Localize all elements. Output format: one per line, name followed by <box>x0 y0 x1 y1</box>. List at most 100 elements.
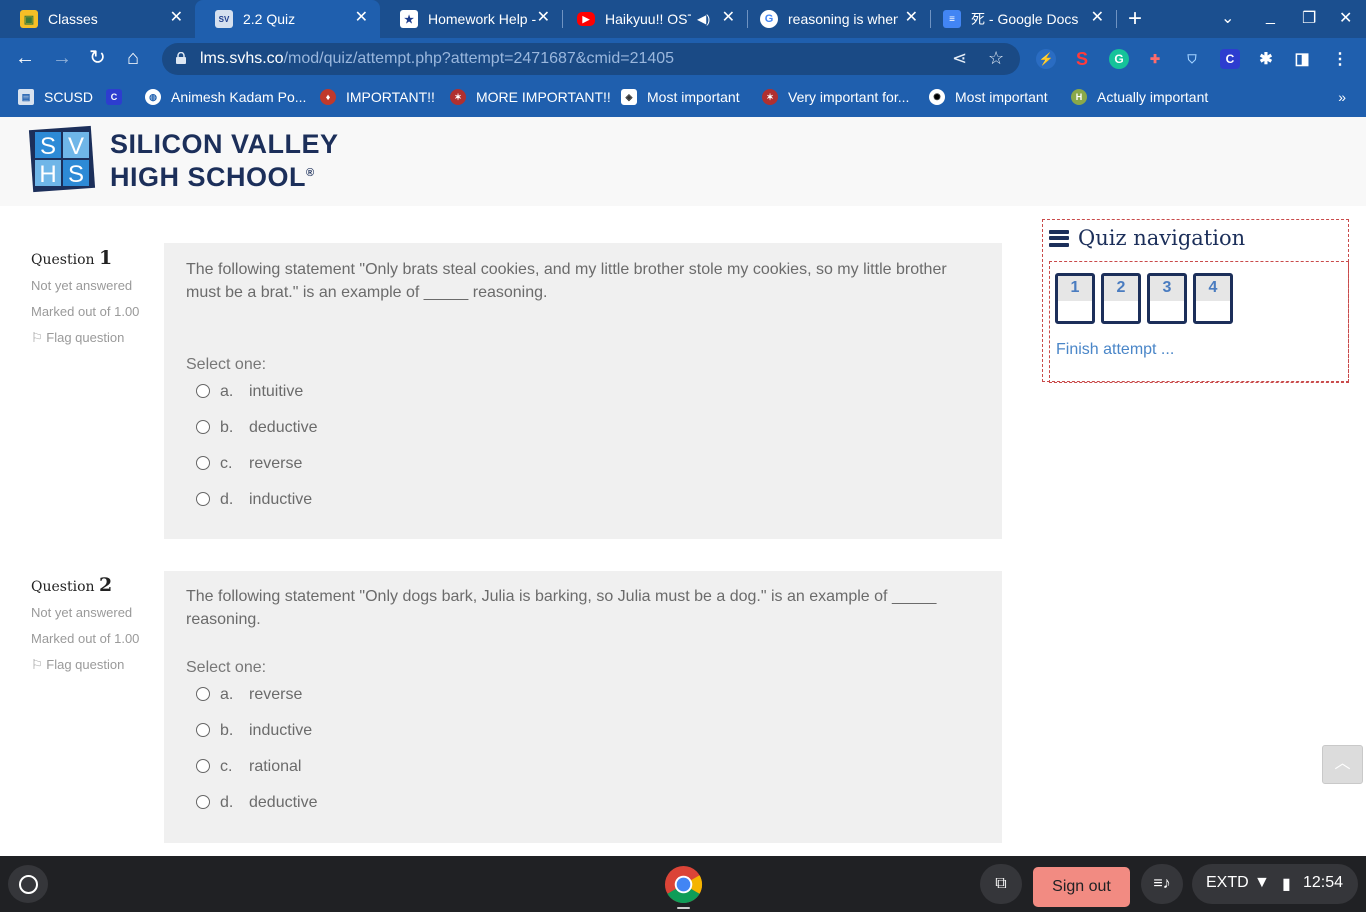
media-controls-icon[interactable]: ≡♪ <box>1141 864 1183 904</box>
extension-badge-icon[interactable]: ✚ <box>1145 49 1165 69</box>
c-icon: C <box>106 89 122 105</box>
share-icon[interactable]: ⋖ <box>952 48 967 69</box>
system-tray[interactable]: EXTD ▼ ▮ 12:54 <box>1192 864 1358 904</box>
bookmark-actually-important[interactable]: H Actually important <box>1071 89 1208 105</box>
tab-close-icon[interactable]: ✕ <box>170 9 183 27</box>
home-icon[interactable]: ⌂ <box>127 47 139 69</box>
quiz-nav-number: 3 <box>1150 276 1184 301</box>
extension-1-icon[interactable]: ⚡ <box>1036 49 1056 69</box>
question-num-value: 2 <box>98 574 113 596</box>
radio-button[interactable] <box>196 759 210 773</box>
speaker-icon[interactable]: ◀) <box>697 12 710 26</box>
youtube-icon: ▶ <box>577 12 595 26</box>
flag-question[interactable]: ⚐ Flag question <box>31 329 151 347</box>
bookmarks-overflow-icon[interactable]: » <box>1338 89 1346 105</box>
radio-button[interactable] <box>196 456 210 470</box>
bookmark-star-icon[interactable]: ☆ <box>988 48 1004 69</box>
lock-icon <box>176 52 186 64</box>
answer-option[interactable]: a. intuitive <box>186 373 980 409</box>
grammarly-icon[interactable]: G <box>1109 49 1129 69</box>
bookmark-c[interactable]: C <box>106 89 132 105</box>
new-tab-icon[interactable]: + <box>1128 6 1142 32</box>
question-box: The following statement "Only brats stea… <box>164 243 1002 539</box>
tab-strip: ▣ Classes ✕ SV 2.2 Quiz ✕ ★ Homework Hel… <box>0 0 1366 38</box>
side-panel-icon[interactable]: ◨ <box>1292 49 1312 69</box>
tab-close-icon[interactable]: ✕ <box>355 9 368 27</box>
extension-c-icon[interactable]: C <box>1220 49 1240 69</box>
tab-close-icon[interactable]: ✕ <box>537 9 550 27</box>
quiz-nav-button[interactable]: 1 <box>1055 273 1095 324</box>
bookmarks-bar: ▤ SCUSD C ◍ Animesh Kadam Po... ♦ IMPORT… <box>0 80 1366 117</box>
bookmark-important[interactable]: ♦ IMPORTANT!! <box>320 89 435 105</box>
tab-classes[interactable]: ▣ Classes ✕ <box>0 0 195 38</box>
puzzle-icon[interactable]: ✱ <box>1256 49 1276 69</box>
quiz-nav-button[interactable]: 4 <box>1193 273 1233 324</box>
forward-icon[interactable]: → <box>52 47 72 69</box>
option-text: intuitive <box>249 382 304 400</box>
reload-icon[interactable]: ↻ <box>89 47 106 69</box>
radio-button[interactable] <box>196 723 210 737</box>
finish-attempt-link[interactable]: Finish attempt ... <box>1056 341 1174 359</box>
tab-homework-help[interactable]: ★ Homework Help - ✕ <box>380 0 562 38</box>
chrome-icon[interactable] <box>664 865 703 904</box>
bookmark-very-important[interactable]: ✶ Very important for... <box>762 89 909 105</box>
logo-letter: S <box>68 161 84 188</box>
bookmark-more-important[interactable]: ✶ MORE IMPORTANT!! <box>450 89 611 105</box>
flag-icon: ⚐ <box>31 657 43 672</box>
tab-close-icon[interactable]: ✕ <box>722 9 735 27</box>
bookmark-most-important[interactable]: ◈ Most important <box>621 89 740 105</box>
answer-option[interactable]: d. deductive <box>186 784 980 820</box>
tab-close-icon[interactable]: ✕ <box>905 9 918 27</box>
tab-search-icon[interactable]: ⌄ <box>1221 8 1234 28</box>
bookmark-scusd[interactable]: ▤ SCUSD <box>18 89 93 105</box>
bookmark-label: MORE IMPORTANT!! <box>476 89 611 105</box>
radio-button[interactable] <box>196 687 210 701</box>
sign-out-button[interactable]: Sign out <box>1033 867 1130 907</box>
minimize-icon[interactable]: _ <box>1266 8 1275 26</box>
tab-quiz[interactable]: SV 2.2 Quiz ✕ <box>195 0 380 38</box>
launcher-icon[interactable] <box>8 865 48 903</box>
option-letter: a. <box>220 685 234 703</box>
tab-close-icon[interactable]: ✕ <box>1091 9 1104 27</box>
logo-wordmark[interactable]: SILICON VALLEY HIGH SCHOOL® <box>110 130 339 192</box>
quiz-nav-button[interactable]: 3 <box>1147 273 1187 324</box>
tab-haikyuu[interactable]: ▶ Haikyuu!! OST ◀) ✕ <box>563 0 747 38</box>
extension-s-icon[interactable]: S <box>1072 49 1092 69</box>
back-icon[interactable]: ← <box>15 47 35 69</box>
option-text: reverse <box>249 685 303 703</box>
holding-space-icon[interactable]: ⧉ <box>980 864 1022 904</box>
os-shelf: ⧉ Sign out ≡♪ EXTD ▼ ▮ 12:54 <box>0 856 1366 912</box>
svhs-logo[interactable]: S V H S <box>27 124 97 194</box>
quiz-nav-button[interactable]: 2 <box>1101 273 1141 324</box>
bookmark-animesh[interactable]: ◍ Animesh Kadam Po... <box>145 89 306 105</box>
clock: 12:54 <box>1303 874 1344 891</box>
option-letter: b. <box>220 418 234 436</box>
address-bar[interactable]: lms.svhs.co/mod/quiz/attempt.php?attempt… <box>162 43 1020 75</box>
restore-icon[interactable]: ❐ <box>1302 8 1316 28</box>
radio-button[interactable] <box>196 420 210 434</box>
radio-button[interactable] <box>196 492 210 506</box>
tab-title: Homework Help - <box>428 11 537 27</box>
question-status: Not yet answered <box>31 278 133 293</box>
answer-option[interactable]: b. deductive <box>186 409 980 445</box>
bookmark-most-important-2[interactable]: ✺ Most important <box>929 89 1048 105</box>
answer-option[interactable]: c. reverse <box>186 445 980 481</box>
tab-google-docs[interactable]: ≡ 死 - Google Docs ✕ <box>931 0 1116 38</box>
option-text: reverse <box>249 454 303 472</box>
back-to-top-button[interactable]: ︿ <box>1322 745 1363 784</box>
answer-option[interactable]: d. inductive <box>186 481 980 517</box>
shield-icon[interactable]: ⛉ <box>1182 49 1202 69</box>
tab-google-search[interactable]: G reasoning is when ✕ <box>748 0 930 38</box>
flag-question[interactable]: ⚐ Flag question <box>31 656 151 674</box>
radio-button[interactable] <box>196 795 210 809</box>
answer-option[interactable]: a. reverse <box>186 676 980 712</box>
answer-option[interactable]: c. rational <box>186 748 980 784</box>
question-text: The following statement "Only dogs bark,… <box>186 588 937 628</box>
question-info: Question 2 Not yet answered Marked out o… <box>31 576 151 674</box>
close-window-icon[interactable]: ✕ <box>1339 8 1352 28</box>
menu-icon[interactable]: ⋮ <box>1330 49 1350 69</box>
radio-button[interactable] <box>196 384 210 398</box>
answer-option[interactable]: b. inductive <box>186 712 980 748</box>
bookmark-label: Actually important <box>1097 89 1209 105</box>
question-marks: Marked out of 1.00 <box>31 631 140 646</box>
